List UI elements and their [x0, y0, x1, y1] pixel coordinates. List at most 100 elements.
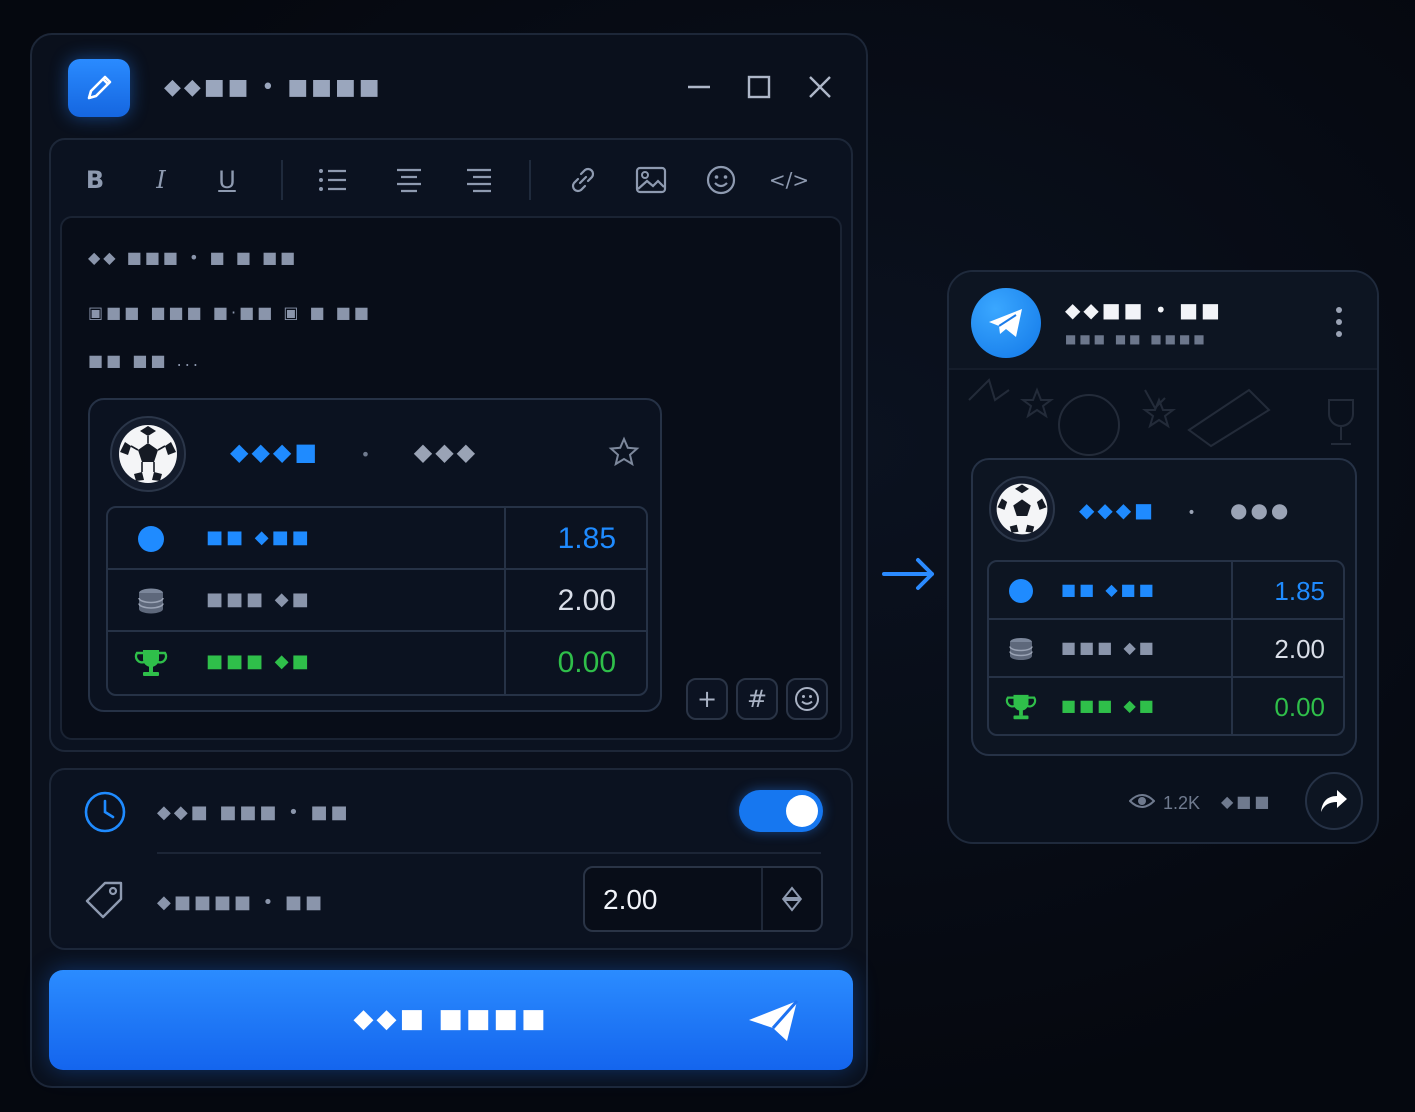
emoji-picker-button[interactable] [786, 678, 828, 720]
star-icon[interactable] [608, 436, 640, 468]
toolbar-divider [281, 160, 283, 200]
channel-name: ◆◆■■ • ■■ [1065, 298, 1223, 322]
row-label: ■■ ◆■■ [1061, 580, 1157, 599]
stake-input[interactable] [603, 880, 753, 920]
odds-value: 1.85 [557, 522, 616, 555]
schedule-label: ◆◆■ ■■■ • ■■ [157, 802, 351, 823]
post-settings: ◆◆■ ■■■ • ■■ ◆■■■■ • ■■ [49, 768, 853, 950]
team-away: ◆◆◆ [413, 438, 479, 466]
align-center-icon[interactable] [389, 160, 429, 200]
tag-icon [83, 878, 127, 922]
title-separator: • [1187, 505, 1199, 521]
schedule-toggle[interactable] [739, 790, 823, 832]
underline-button[interactable]: U [207, 160, 247, 200]
bullet-list-icon[interactable] [313, 160, 353, 200]
maximize-button[interactable] [742, 70, 776, 104]
table-row: ■■■ ◆■ 0.00 [989, 678, 1343, 734]
stake-value: 2.00 [1274, 634, 1325, 664]
row-label: ■■■ ◆■ [206, 651, 312, 672]
match-title: ◆◆◆■ • ●●● [1079, 498, 1291, 522]
team-away: ●●● [1230, 498, 1292, 522]
views-value: 1.2K [1163, 793, 1201, 813]
align-right-icon[interactable] [459, 160, 499, 200]
format-toolbar: B I U </> [51, 140, 851, 216]
odds-table: ■■ ◆■■ 1.85 ■■■ ◆■ 2.00 ■■■ ◆■ 0.00 [987, 560, 1345, 736]
message-footer: 1.2K ◆■■ [949, 772, 1377, 832]
match-card: ◆◆◆■ • ◆◆◆ ■■ ◆■■ 1.85 ■■■ ◆■ 2.00 ■■■ ◆… [88, 398, 662, 712]
table-row: ■■ ◆■■ 1.85 [108, 508, 646, 570]
close-button[interactable] [803, 70, 837, 104]
row-label: ■■■ ◆■ [1061, 638, 1157, 657]
paper-plane-icon [745, 998, 801, 1044]
add-button[interactable]: + [686, 678, 728, 720]
hashtag-button[interactable]: # [736, 678, 778, 720]
window-title: ◆◆■■ • ■■■■ [164, 75, 383, 100]
views-count: 1.2K [1128, 792, 1201, 815]
team-home: ◆◆◆■ [230, 438, 321, 466]
channel-subtitle: ■■■ ■■ ■■■■ [1065, 332, 1208, 346]
row-label: ■■■ ◆■ [1061, 696, 1157, 715]
row-label: ■■■ ◆■ [206, 589, 312, 610]
send-button[interactable]: ◆◆■ ■■■■ [49, 970, 853, 1070]
coins-icon [1005, 633, 1037, 665]
title-bar: ◆◆■■ • ■■■■ [32, 35, 866, 135]
circle-icon [1005, 575, 1037, 607]
column-divider [1231, 562, 1233, 618]
message-bubble: ◆◆◆■ • ●●● ■■ ◆■■ 1.85 ■■■ ◆■ 2.00 ■■■ ◆… [971, 458, 1357, 756]
message-time: ◆■■ [1221, 792, 1273, 811]
table-row: ■■■ ◆■ 0.00 [108, 632, 646, 694]
telegram-icon [971, 288, 1041, 358]
match-title: ◆◆◆■ • ◆◆◆ [230, 438, 478, 466]
stake-input-box [583, 866, 823, 932]
composer-window: ◆◆■■ • ■■■■ B I U </> ◆◆ ■■■ • ■ ■ ■■ ▣■… [30, 33, 868, 1088]
code-icon[interactable]: </> [769, 160, 809, 200]
payout-value: 0.00 [1274, 692, 1325, 722]
editor-line: ▣■■ ■■■ ■·■■ ▣ ■ ■■ [88, 303, 373, 322]
clock-icon [83, 790, 127, 834]
settings-divider [157, 852, 821, 854]
odds-value: 1.85 [1274, 576, 1325, 606]
trophy-icon [134, 646, 168, 680]
send-label: ◆◆■ ■■■■ [353, 1004, 549, 1034]
table-row: ■■ ◆■■ 1.85 [989, 562, 1343, 620]
table-row: ■■■ ◆■ 2.00 [989, 620, 1343, 678]
minimize-button[interactable] [682, 70, 716, 104]
circle-icon [134, 522, 168, 556]
pencil-icon [68, 59, 130, 117]
payout-value: 0.00 [557, 646, 616, 679]
stepper-icon[interactable] [761, 868, 821, 930]
soccer-ball-icon [110, 416, 186, 492]
share-icon [1321, 790, 1347, 812]
coins-icon [134, 584, 168, 618]
italic-button[interactable]: I [141, 160, 181, 200]
compose-panel: B I U </> ◆◆ ■■■ • ■ ■ ■■ ▣■■ ■■■ ■·■■ ▣… [49, 138, 853, 752]
odds-table: ■■ ◆■■ 1.85 ■■■ ◆■ 2.00 ■■■ ◆■ 0.00 [106, 506, 648, 696]
channel-header: ◆◆■■ • ■■ ■■■ ■■ ■■■■ [949, 272, 1377, 370]
column-divider [504, 570, 506, 630]
bold-button[interactable]: B [75, 160, 115, 200]
trophy-icon [1005, 691, 1037, 723]
image-icon[interactable] [631, 160, 671, 200]
share-button[interactable] [1305, 772, 1363, 830]
column-divider [504, 508, 506, 568]
team-home: ◆◆◆■ [1079, 498, 1157, 522]
toolbar-divider [529, 160, 531, 200]
table-row: ■■■ ◆■ 2.00 [108, 570, 646, 632]
more-vertical-icon[interactable] [1331, 304, 1347, 340]
eye-icon [1128, 792, 1156, 815]
emoji-icon[interactable] [701, 160, 741, 200]
column-divider [504, 632, 506, 694]
stake-value: 2.00 [557, 584, 616, 617]
link-icon[interactable] [563, 160, 603, 200]
title-separator: • [360, 445, 374, 464]
toggle-knob [786, 795, 818, 827]
telegram-preview: ◆◆■■ • ■■ ■■■ ■■ ■■■■ ◆◆◆■ • ●●● ■■ ◆■■ … [947, 270, 1379, 844]
soccer-ball-icon [989, 476, 1055, 542]
stake-label: ◆■■■■ • ■■ [157, 892, 325, 913]
arrow-right-icon [878, 552, 942, 596]
column-divider [1231, 678, 1233, 734]
message-editor[interactable]: ◆◆ ■■■ • ■ ■ ■■ ▣■■ ■■■ ■·■■ ▣ ■ ■■ ■■ ■… [60, 216, 842, 740]
editor-line: ◆◆ ■■■ • ■ ■ ■■ [88, 248, 299, 267]
column-divider [1231, 620, 1233, 676]
editor-line: ■■ ■■ ... [88, 351, 201, 370]
